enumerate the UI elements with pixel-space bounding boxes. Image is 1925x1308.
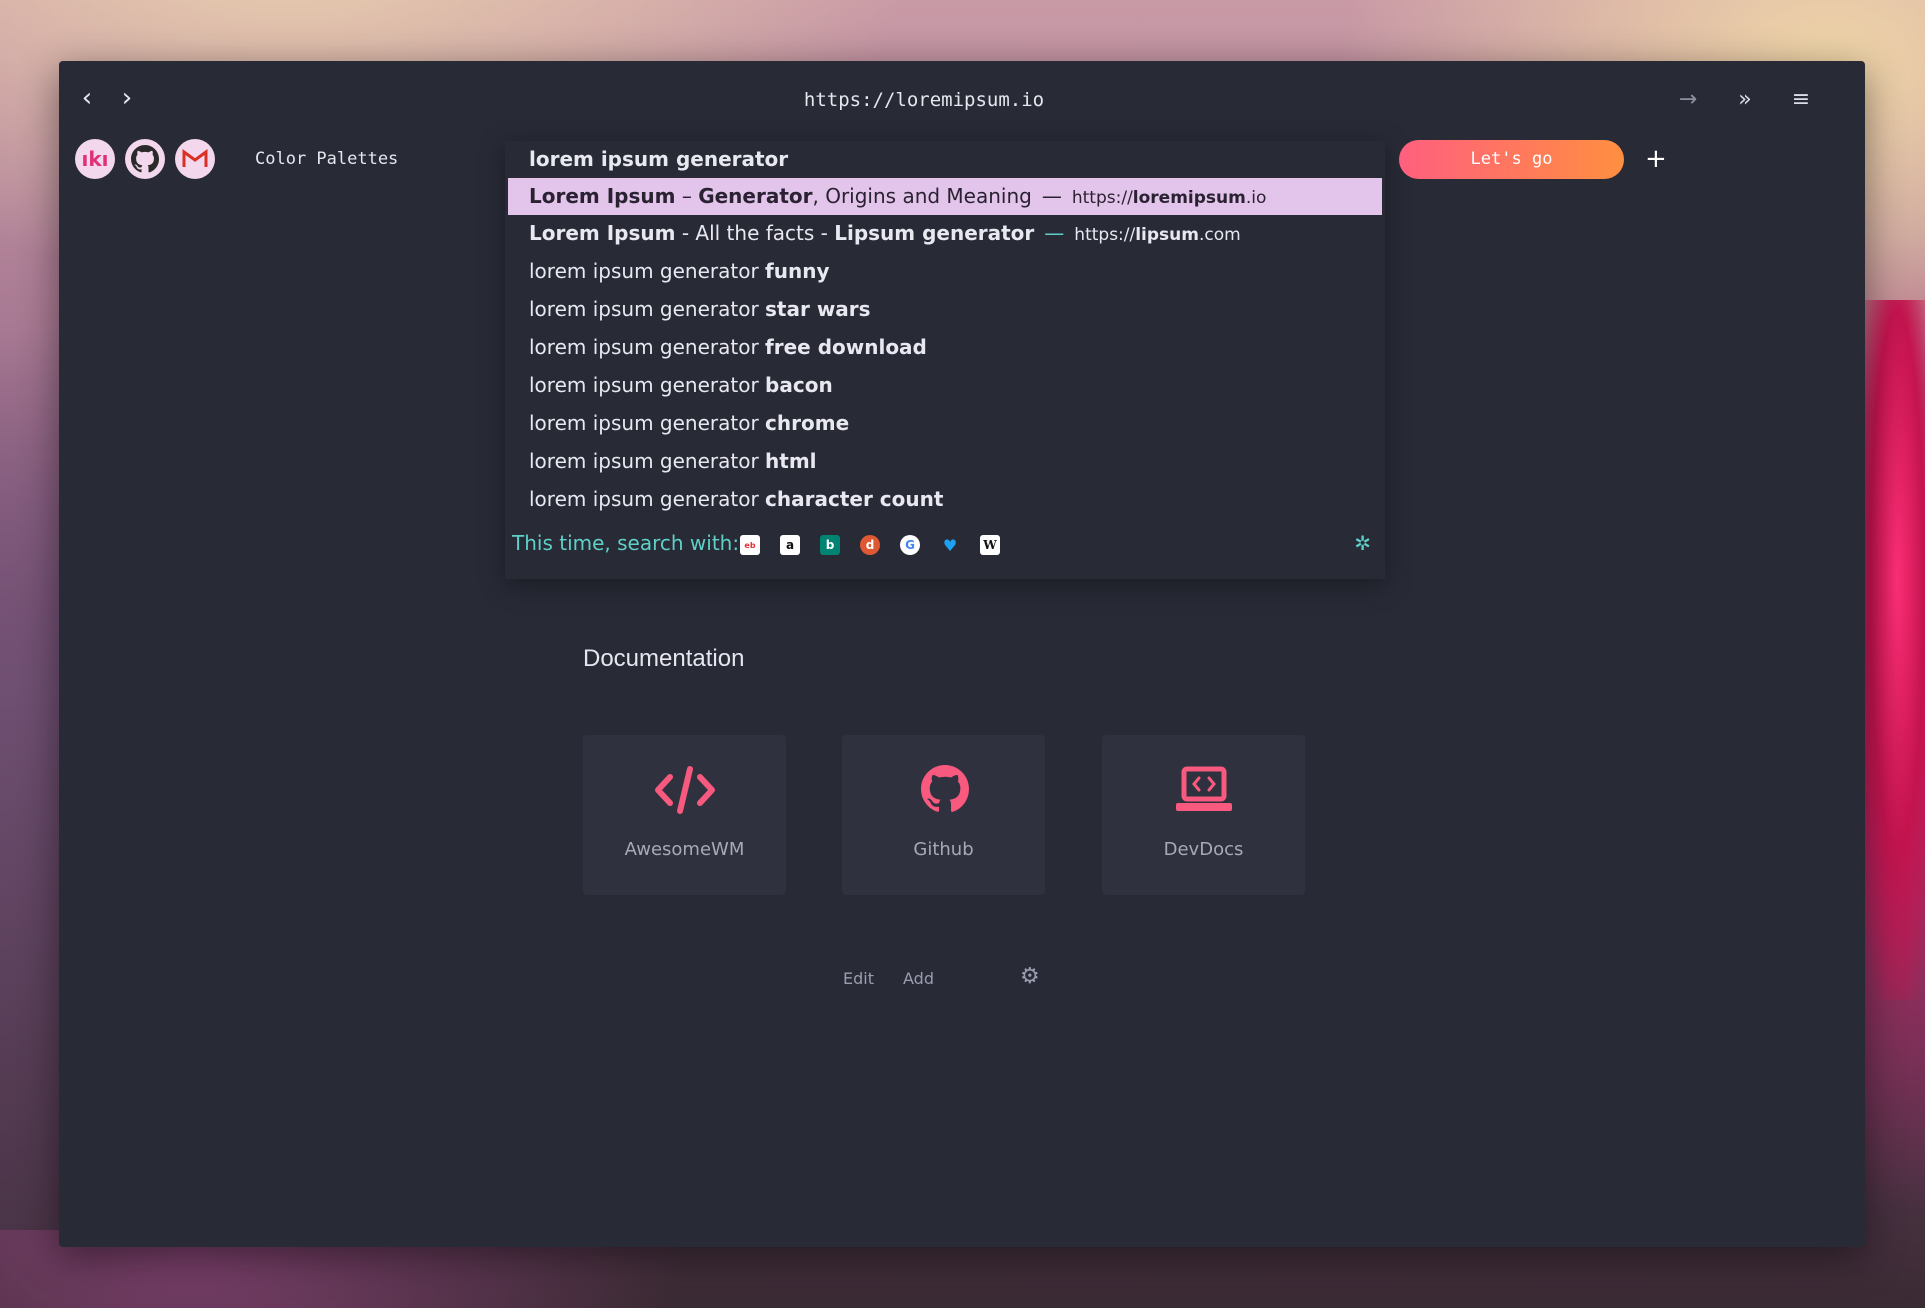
card-label: Github: [913, 839, 974, 860]
suggestion-title-part: Lipsum generator: [834, 221, 1035, 245]
suggestion-item[interactable]: lorem ipsum generator star wars: [508, 291, 1382, 328]
suggestion-title-part: Lorem Ipsum: [529, 184, 676, 208]
search-with-label: This time, search with:: [512, 531, 740, 555]
settings-gear-icon[interactable]: ⚙: [1020, 964, 1040, 989]
card-awesomewm[interactable]: AwesomeWM: [583, 735, 786, 895]
card-github[interactable]: Github: [842, 735, 1045, 895]
separator-dash: —: [1041, 184, 1062, 208]
suggestion-item[interactable]: lorem ipsum generator free download: [508, 329, 1382, 366]
add-button[interactable]: Add: [903, 969, 934, 988]
suggestion-item[interactable]: lorem ipsum generator funny: [508, 253, 1382, 290]
suggestion-url: https://lipsum.com: [1074, 225, 1241, 245]
suggestion-title-part: - All the facts -: [675, 221, 835, 245]
browser-window: ‹ › https://loremipsum.io → » ≡ ıkı Colo…: [59, 61, 1865, 1247]
suggestion-text: lorem ipsum generator: [529, 147, 789, 171]
go-arrow-icon[interactable]: →: [1671, 83, 1705, 117]
suggestion-item[interactable]: lorem ipsum generator chrome: [508, 405, 1382, 442]
suggestion-url: https://loremipsum.io: [1071, 188, 1267, 208]
card-label: DevDocs: [1163, 839, 1244, 860]
search-engine-list: eb a b d G ♥ W: [740, 535, 1000, 555]
google-icon[interactable]: G: [900, 535, 920, 555]
wikipedia-icon[interactable]: W: [980, 535, 1000, 555]
desktop-tree: [1855, 300, 1925, 1000]
card-label: AwesomeWM: [624, 839, 745, 860]
github-icon: [921, 765, 969, 812]
edit-button[interactable]: Edit: [843, 969, 874, 988]
suggestion-item[interactable]: lorem ipsum generator character count: [508, 481, 1382, 518]
github-icon: [131, 145, 159, 173]
gmail-icon: [182, 149, 208, 167]
add-icon[interactable]: +: [1645, 139, 1667, 179]
desktop-hill: [0, 330, 60, 1230]
suggestion-item[interactable]: lorem ipsum generator: [508, 141, 1382, 178]
menu-icon[interactable]: ≡: [1784, 83, 1818, 117]
iki-icon: ıkı: [81, 147, 109, 171]
suggestion-title-part: Lorem Ipsum: [529, 221, 676, 245]
code-icon: [655, 766, 715, 814]
search-settings-gear-icon[interactable]: ✲: [1354, 531, 1371, 555]
amazon-icon[interactable]: a: [780, 535, 800, 555]
twitter-icon[interactable]: ♥: [940, 535, 960, 555]
favorite-iki[interactable]: ıkı: [75, 139, 115, 179]
ebay-icon[interactable]: eb: [740, 535, 760, 555]
suggestion-title-part: –: [675, 184, 699, 208]
lets-go-button[interactable]: Let's go: [1399, 140, 1624, 179]
suggestion-item[interactable]: Lorem Ipsum - All the facts - Lipsum gen…: [508, 215, 1382, 252]
fast-forward-icon[interactable]: »: [1728, 83, 1762, 117]
suggestion-item[interactable]: lorem ipsum generator bacon: [508, 367, 1382, 404]
favorites-label[interactable]: Color Palettes: [255, 149, 398, 169]
card-devdocs[interactable]: DevDocs: [1102, 735, 1305, 895]
search-suggestions-dropdown: lorem ipsum generator Lorem Ipsum – Gene…: [505, 141, 1385, 579]
favorite-gmail[interactable]: [175, 139, 215, 179]
suggestion-title-part: , Origins and Meaning: [812, 184, 1032, 208]
separator-dash: —: [1044, 221, 1065, 245]
bing-icon[interactable]: b: [820, 535, 840, 555]
suggestion-item-selected[interactable]: Lorem Ipsum – Generator, Origins and Mea…: [508, 178, 1382, 215]
suggestion-title-part: Generator: [698, 184, 813, 208]
url-bar[interactable]: https://loremipsum.io: [59, 83, 1789, 117]
section-title: Documentation: [583, 645, 745, 672]
favorite-github[interactable]: [125, 139, 165, 179]
laptop-code-icon: [1176, 766, 1232, 811]
duckduckgo-icon[interactable]: d: [860, 535, 880, 555]
suggestion-item[interactable]: lorem ipsum generator html: [508, 443, 1382, 480]
